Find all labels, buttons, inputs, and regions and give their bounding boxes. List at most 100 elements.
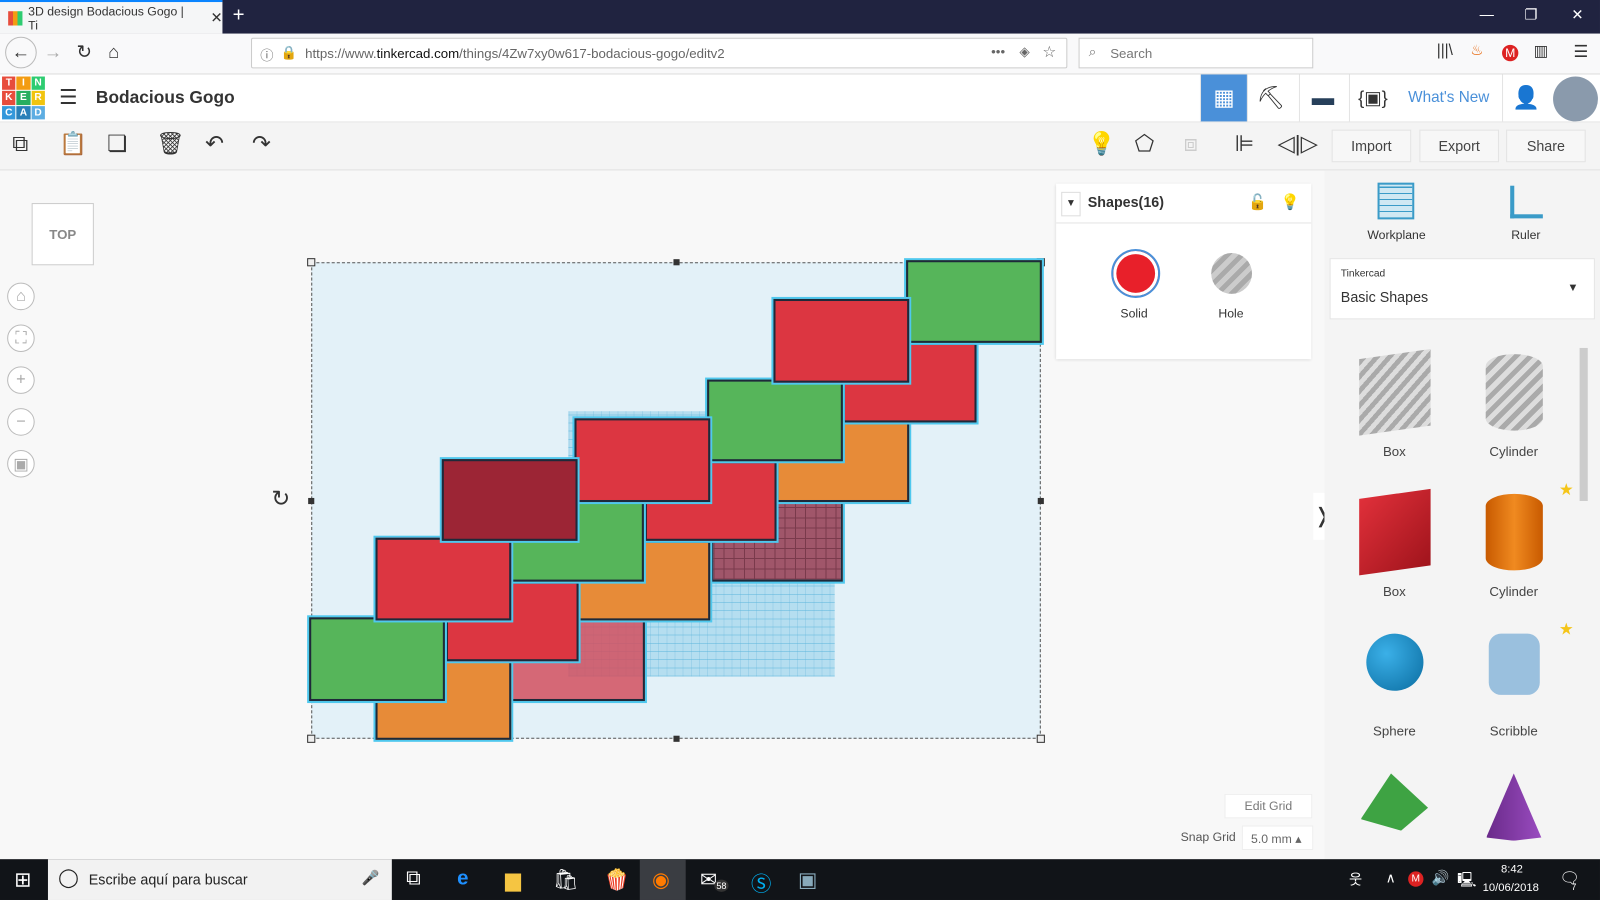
scrollbar[interactable] bbox=[1578, 334, 1590, 854]
export-button[interactable]: Export bbox=[1419, 129, 1499, 163]
shape-tile-cylinder[interactable]: Cylinder bbox=[1454, 344, 1573, 459]
import-button[interactable]: Import bbox=[1331, 129, 1412, 163]
home-button[interactable]: ⌂ bbox=[108, 42, 119, 63]
close-window-button[interactable]: ✕ bbox=[1571, 6, 1583, 23]
resize-handle[interactable] bbox=[673, 735, 680, 742]
copy-icon[interactable]: ⧉ bbox=[12, 131, 28, 158]
file-explorer-icon[interactable]: ▆ bbox=[505, 867, 521, 893]
hole-button[interactable] bbox=[1211, 253, 1253, 294]
show-hidden-icons[interactable]: ∧ bbox=[1386, 870, 1396, 886]
forward-button[interactable]: → bbox=[44, 42, 62, 63]
sidebar-icon[interactable]: ▥ bbox=[1534, 42, 1548, 60]
ruler-button[interactable]: Ruler bbox=[1511, 228, 1540, 242]
paste-icon[interactable]: 📋 bbox=[59, 131, 87, 158]
whats-new-link[interactable]: What's New bbox=[1408, 89, 1489, 106]
volume-icon[interactable]: 🔊 bbox=[1432, 869, 1450, 886]
library-icon[interactable]: |||\ bbox=[1437, 42, 1453, 59]
gmail-extension-icon[interactable]: M bbox=[1502, 44, 1519, 62]
store-icon[interactable]: 🛍 bbox=[553, 867, 579, 893]
3d-view-grid-icon[interactable]: ▦ bbox=[1199, 74, 1247, 122]
browser-tab[interactable]: 3D design Bodacious Gogo | Ti ✕ bbox=[0, 0, 223, 34]
popcorn-app-icon[interactable]: 🍿 bbox=[604, 867, 629, 893]
people-icon[interactable]: 웃 bbox=[1349, 869, 1362, 889]
skype-icon[interactable]: Ⓢ bbox=[751, 867, 771, 897]
resize-handle[interactable] bbox=[307, 258, 316, 267]
mirror-icon[interactable]: ◁|▷ bbox=[1278, 131, 1318, 158]
home-view-icon[interactable]: ⌂ bbox=[7, 282, 35, 311]
shape-box-green[interactable] bbox=[707, 379, 843, 462]
codeblocks-icon[interactable]: {▣} bbox=[1348, 74, 1396, 122]
url-bar[interactable]: ⓘ 🔒 https://www.tinkercad.com/things/4Zw7x… bbox=[251, 37, 1068, 69]
edge-icon[interactable]: e bbox=[457, 867, 468, 890]
light-bulb-icon[interactable]: 💡 bbox=[1088, 131, 1116, 158]
ortho-view-icon[interactable]: ▣ bbox=[7, 449, 35, 478]
bookmark-star-icon[interactable]: ☆ bbox=[1042, 43, 1056, 61]
tinkercad-logo[interactable]: TIN KER CAD bbox=[2, 76, 45, 120]
close-tab-icon[interactable]: ✕ bbox=[210, 9, 222, 26]
shape-box-green[interactable] bbox=[906, 260, 1042, 343]
snap-grid-select[interactable]: 5.0 mm ▴ bbox=[1241, 825, 1314, 850]
view-cube[interactable]: TOP bbox=[31, 203, 94, 266]
avatar[interactable] bbox=[1553, 76, 1598, 122]
shape-tile-sphere[interactable]: Sphere bbox=[1335, 623, 1454, 739]
photos-icon[interactable]: ▣ bbox=[798, 867, 817, 893]
resize-handle[interactable] bbox=[1037, 497, 1044, 505]
workplane-icon[interactable] bbox=[1377, 182, 1415, 220]
clock-date[interactable]: 10/06/2018 bbox=[1483, 882, 1539, 894]
resize-handle[interactable] bbox=[308, 497, 315, 505]
shape-tile-box[interactable]: Box bbox=[1335, 484, 1454, 599]
shape-box-dark-red[interactable] bbox=[441, 459, 578, 541]
pocket-icon[interactable]: ◈ bbox=[1019, 44, 1029, 60]
extension-icon[interactable]: ♨ bbox=[1470, 42, 1483, 59]
zoom-in-icon[interactable]: + bbox=[7, 366, 35, 394]
library-dropdown[interactable]: Tinkercad Basic Shapes ▼ bbox=[1329, 258, 1595, 320]
bricks-icon[interactable]: ▬ bbox=[1298, 74, 1346, 122]
windows-start-icon[interactable]: ⊞ bbox=[14, 867, 31, 893]
new-tab-button[interactable]: + bbox=[233, 4, 245, 27]
redo-icon[interactable]: ↷ bbox=[252, 131, 271, 158]
fit-view-icon[interactable]: ⛶ bbox=[7, 324, 35, 353]
shape-box-green[interactable] bbox=[309, 617, 445, 702]
unlock-icon[interactable]: 🔓 bbox=[1248, 193, 1267, 211]
reload-button[interactable]: ↻ bbox=[77, 42, 92, 63]
design-list-icon[interactable]: ☰ bbox=[59, 85, 77, 111]
share-button[interactable]: Share bbox=[1506, 129, 1586, 163]
resize-handle[interactable] bbox=[673, 259, 680, 266]
shape-tile-scribble[interactable]: Scribble ★ bbox=[1454, 621, 1573, 739]
shape-box-red[interactable] bbox=[574, 418, 711, 503]
taskbar-search-input[interactable]: ◯ Escribe aquí para buscar 🎤 bbox=[47, 859, 392, 900]
add-user-icon[interactable]: 👤 bbox=[1502, 74, 1549, 122]
rotate-handle-icon[interactable]: ↻ bbox=[271, 486, 290, 513]
visibility-bulb-icon[interactable]: 💡 bbox=[1281, 193, 1300, 211]
browser-search-input[interactable]: ⌕ Search bbox=[1078, 37, 1314, 69]
align-icon[interactable]: ⊫ bbox=[1235, 131, 1255, 158]
resize-handle[interactable] bbox=[307, 734, 316, 743]
ungroup-icon[interactable]: ⧈ bbox=[1184, 131, 1198, 158]
ruler-icon[interactable] bbox=[1510, 185, 1543, 219]
microphone-icon[interactable]: 🎤 bbox=[362, 869, 380, 886]
clock-time[interactable]: 8:42 bbox=[1501, 863, 1523, 875]
shape-box-red[interactable] bbox=[375, 537, 512, 621]
shape-tile-cone[interactable] bbox=[1454, 763, 1573, 841]
shape-tile-box[interactable]: Box bbox=[1335, 344, 1454, 459]
task-view-icon[interactable]: ⧉ bbox=[406, 867, 421, 890]
notifications-icon[interactable]: 🗨 bbox=[1559, 868, 1580, 888]
page-actions-icon[interactable]: ••• bbox=[991, 44, 1005, 59]
network-icon[interactable]: 🖳 bbox=[1457, 869, 1476, 893]
collapse-inspector-icon[interactable]: ▼ bbox=[1061, 191, 1081, 217]
resize-handle[interactable] bbox=[1036, 734, 1045, 743]
workplane-button[interactable]: Workplane bbox=[1367, 228, 1425, 242]
back-button[interactable]: ← bbox=[5, 36, 37, 69]
firefox-taskbar-button[interactable]: ◉ bbox=[639, 859, 686, 900]
pickaxe-minecraft-icon[interactable]: ⛏ bbox=[1246, 74, 1294, 122]
minimize-button[interactable]: — bbox=[1480, 6, 1494, 22]
design-title[interactable]: Bodacious Gogo bbox=[96, 88, 235, 108]
restore-button[interactable]: ❐ bbox=[1524, 6, 1537, 23]
shape-box-red[interactable] bbox=[773, 298, 910, 383]
group-icon[interactable]: ⬠ bbox=[1135, 131, 1155, 158]
solid-color-button[interactable] bbox=[1111, 248, 1161, 298]
undo-icon[interactable]: ↶ bbox=[205, 131, 224, 158]
shape-tile-roof[interactable] bbox=[1335, 763, 1454, 831]
duplicate-icon[interactable]: ❏ bbox=[107, 131, 127, 158]
gmail-tray-icon[interactable]: M bbox=[1408, 871, 1424, 887]
